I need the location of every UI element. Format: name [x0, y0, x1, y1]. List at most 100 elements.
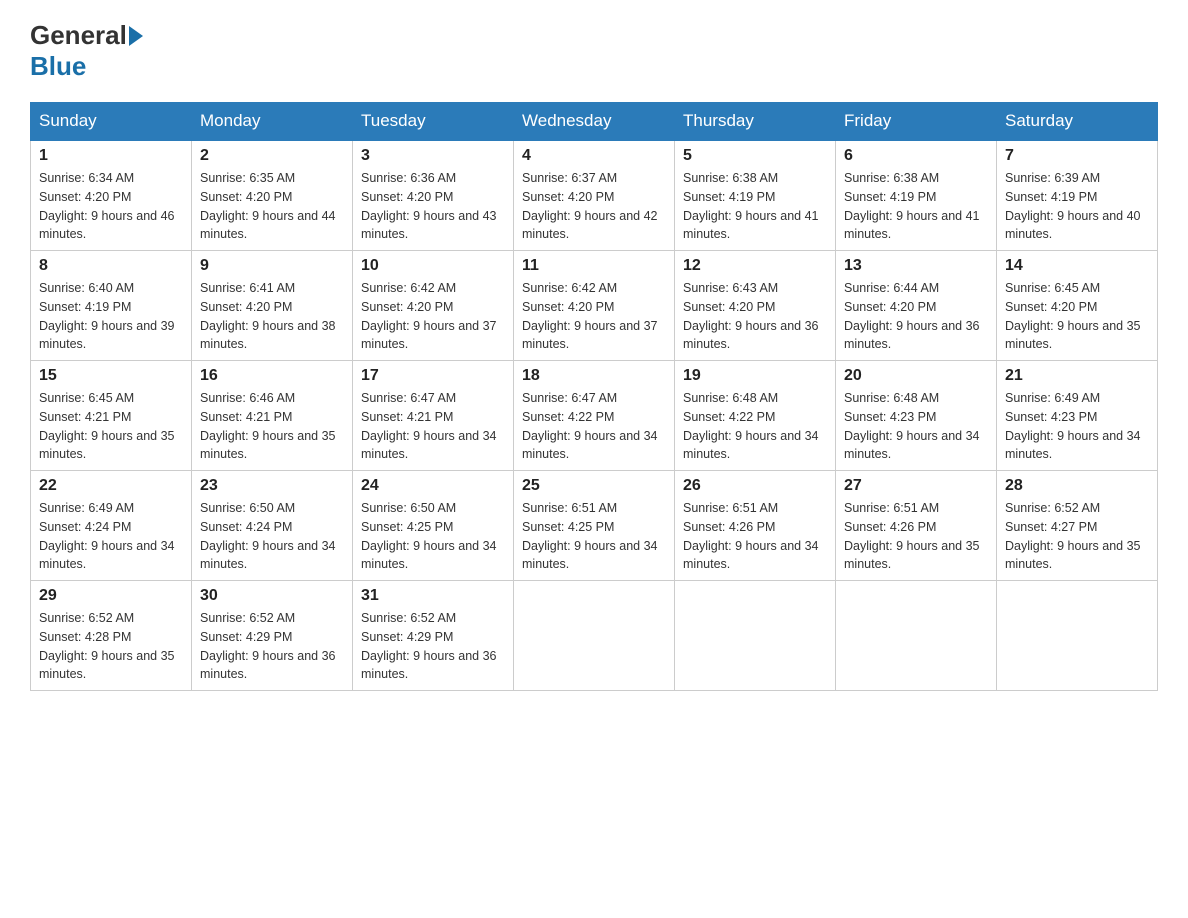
day-number: 17 [361, 367, 505, 385]
day-info: Sunrise: 6:42 AMSunset: 4:20 PMDaylight:… [522, 279, 666, 354]
day-number: 13 [844, 257, 988, 275]
day-number: 29 [39, 587, 183, 605]
day-info: Sunrise: 6:45 AMSunset: 4:20 PMDaylight:… [1005, 279, 1149, 354]
day-info: Sunrise: 6:36 AMSunset: 4:20 PMDaylight:… [361, 169, 505, 244]
day-cell-25: 25Sunrise: 6:51 AMSunset: 4:25 PMDayligh… [514, 471, 675, 581]
day-number: 6 [844, 147, 988, 165]
day-number: 7 [1005, 147, 1149, 165]
day-cell-10: 10 Sunrise: 6:42 AMSunset: 4:20 PMDayligh… [353, 251, 514, 361]
week-row-1: 1Sunrise: 6:34 AMSunset: 4:20 PMDaylight… [31, 140, 1158, 251]
logo-blue-text: Blue [30, 51, 86, 82]
day-number: 11 [522, 257, 666, 275]
day-number: 28 [1005, 477, 1149, 495]
day-cell-5: 5 Sunrise: 6:38 AMSunset: 4:19 PMDaylight… [675, 140, 836, 251]
week-row-2: 8 Sunrise: 6:40 AMSunset: 4:19 PMDaylight… [31, 251, 1158, 361]
day-info: Sunrise: 6:49 AMSunset: 4:24 PMDaylight:… [39, 499, 183, 574]
day-number: 10 [361, 257, 505, 275]
day-info: Sunrise: 6:47 AMSunset: 4:21 PMDaylight:… [361, 389, 505, 464]
day-number: 23 [200, 477, 344, 495]
day-number: 19 [683, 367, 827, 385]
day-number: 16 [200, 367, 344, 385]
day-info: Sunrise: 6:48 AMSunset: 4:23 PMDaylight:… [844, 389, 988, 464]
day-info: Sunrise: 6:51 AMSunset: 4:26 PMDaylight:… [844, 499, 988, 574]
day-cell-29: 29 Sunrise: 6:52 AMSunset: 4:28 PMDayligh… [31, 581, 192, 691]
day-cell-28: 28 Sunrise: 6:52 AMSunset: 4:27 PMDayligh… [997, 471, 1158, 581]
day-info: Sunrise: 6:52 AMSunset: 4:28 PMDaylight:… [39, 609, 183, 684]
logo-arrow-icon [129, 26, 143, 46]
day-info: Sunrise: 6:50 AMSunset: 4:24 PMDaylight:… [200, 499, 344, 574]
day-cell-4: 4Sunrise: 6:37 AMSunset: 4:20 PMDaylight… [514, 140, 675, 251]
day-number: 14 [1005, 257, 1149, 275]
day-cell-1: 1Sunrise: 6:34 AMSunset: 4:20 PMDaylight… [31, 140, 192, 251]
day-number: 18 [522, 367, 666, 385]
day-number: 31 [361, 587, 505, 605]
day-info: Sunrise: 6:49 AMSunset: 4:23 PMDaylight:… [1005, 389, 1149, 464]
day-cell-20: 20 Sunrise: 6:48 AMSunset: 4:23 PMDayligh… [836, 361, 997, 471]
day-info: Sunrise: 6:52 AMSunset: 4:27 PMDaylight:… [1005, 499, 1149, 574]
day-number: 8 [39, 257, 183, 275]
header-row: SundayMondayTuesdayWednesdayThursdayFrid… [31, 103, 1158, 141]
day-info: Sunrise: 6:38 AMSunset: 4:19 PMDaylight:… [844, 169, 988, 244]
logo-general-text: General [30, 20, 127, 51]
logo: General Blue [30, 20, 145, 82]
day-info: Sunrise: 6:46 AMSunset: 4:21 PMDaylight:… [200, 389, 344, 464]
day-info: Sunrise: 6:52 AMSunset: 4:29 PMDaylight:… [200, 609, 344, 684]
empty-cell [997, 581, 1158, 691]
day-info: Sunrise: 6:34 AMSunset: 4:20 PMDaylight:… [39, 169, 183, 244]
day-info: Sunrise: 6:38 AMSunset: 4:19 PMDaylight:… [683, 169, 827, 244]
day-info: Sunrise: 6:50 AMSunset: 4:25 PMDaylight:… [361, 499, 505, 574]
col-header-monday: Monday [192, 103, 353, 141]
empty-cell [836, 581, 997, 691]
day-info: Sunrise: 6:47 AMSunset: 4:22 PMDaylight:… [522, 389, 666, 464]
day-cell-19: 19Sunrise: 6:48 AMSunset: 4:22 PMDayligh… [675, 361, 836, 471]
day-number: 21 [1005, 367, 1149, 385]
day-cell-17: 17 Sunrise: 6:47 AMSunset: 4:21 PMDayligh… [353, 361, 514, 471]
day-number: 22 [39, 477, 183, 495]
day-cell-11: 11 Sunrise: 6:42 AMSunset: 4:20 PMDayligh… [514, 251, 675, 361]
day-info: Sunrise: 6:42 AMSunset: 4:20 PMDaylight:… [361, 279, 505, 354]
col-header-thursday: Thursday [675, 103, 836, 141]
day-cell-23: 23 Sunrise: 6:50 AMSunset: 4:24 PMDayligh… [192, 471, 353, 581]
empty-cell [675, 581, 836, 691]
day-info: Sunrise: 6:35 AMSunset: 4:20 PMDaylight:… [200, 169, 344, 244]
calendar-table: SundayMondayTuesdayWednesdayThursdayFrid… [30, 102, 1158, 691]
day-cell-8: 8 Sunrise: 6:40 AMSunset: 4:19 PMDaylight… [31, 251, 192, 361]
week-row-4: 22 Sunrise: 6:49 AMSunset: 4:24 PMDayligh… [31, 471, 1158, 581]
col-header-sunday: Sunday [31, 103, 192, 141]
day-cell-15: 15 Sunrise: 6:45 AMSunset: 4:21 PMDayligh… [31, 361, 192, 471]
day-cell-24: 24Sunrise: 6:50 AMSunset: 4:25 PMDayligh… [353, 471, 514, 581]
day-number: 25 [522, 477, 666, 495]
day-number: 5 [683, 147, 827, 165]
day-number: 27 [844, 477, 988, 495]
day-cell-9: 9 Sunrise: 6:41 AMSunset: 4:20 PMDaylight… [192, 251, 353, 361]
day-cell-7: 7Sunrise: 6:39 AMSunset: 4:19 PMDaylight… [997, 140, 1158, 251]
day-number: 9 [200, 257, 344, 275]
day-number: 30 [200, 587, 344, 605]
day-info: Sunrise: 6:41 AMSunset: 4:20 PMDaylight:… [200, 279, 344, 354]
day-cell-27: 27 Sunrise: 6:51 AMSunset: 4:26 PMDayligh… [836, 471, 997, 581]
day-cell-14: 14 Sunrise: 6:45 AMSunset: 4:20 PMDayligh… [997, 251, 1158, 361]
day-cell-21: 21 Sunrise: 6:49 AMSunset: 4:23 PMDayligh… [997, 361, 1158, 471]
day-number: 3 [361, 147, 505, 165]
week-row-3: 15 Sunrise: 6:45 AMSunset: 4:21 PMDayligh… [31, 361, 1158, 471]
day-info: Sunrise: 6:51 AMSunset: 4:26 PMDaylight:… [683, 499, 827, 574]
day-info: Sunrise: 6:45 AMSunset: 4:21 PMDaylight:… [39, 389, 183, 464]
day-info: Sunrise: 6:40 AMSunset: 4:19 PMDaylight:… [39, 279, 183, 354]
col-header-wednesday: Wednesday [514, 103, 675, 141]
day-cell-26: 26Sunrise: 6:51 AMSunset: 4:26 PMDayligh… [675, 471, 836, 581]
day-cell-31: 31 Sunrise: 6:52 AMSunset: 4:29 PMDayligh… [353, 581, 514, 691]
day-cell-30: 30 Sunrise: 6:52 AMSunset: 4:29 PMDayligh… [192, 581, 353, 691]
day-number: 4 [522, 147, 666, 165]
day-cell-13: 13Sunrise: 6:44 AMSunset: 4:20 PMDayligh… [836, 251, 997, 361]
empty-cell [514, 581, 675, 691]
day-number: 20 [844, 367, 988, 385]
page-header: General Blue [30, 20, 1158, 82]
day-info: Sunrise: 6:52 AMSunset: 4:29 PMDaylight:… [361, 609, 505, 684]
day-number: 15 [39, 367, 183, 385]
day-cell-16: 16 Sunrise: 6:46 AMSunset: 4:21 PMDayligh… [192, 361, 353, 471]
day-cell-12: 12Sunrise: 6:43 AMSunset: 4:20 PMDayligh… [675, 251, 836, 361]
col-header-friday: Friday [836, 103, 997, 141]
col-header-tuesday: Tuesday [353, 103, 514, 141]
day-cell-22: 22 Sunrise: 6:49 AMSunset: 4:24 PMDayligh… [31, 471, 192, 581]
col-header-saturday: Saturday [997, 103, 1158, 141]
